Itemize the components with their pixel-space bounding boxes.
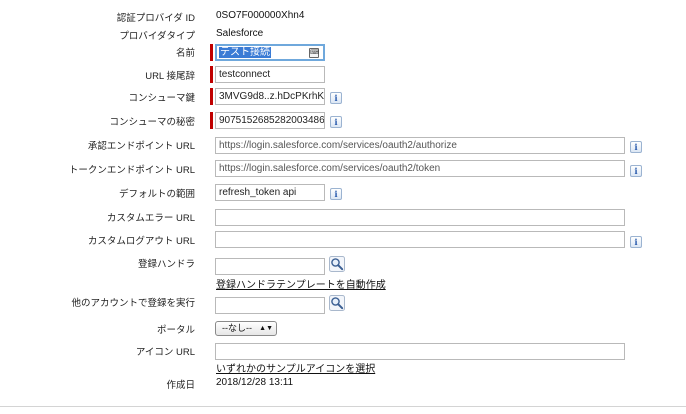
portal-label: ポータル [156,325,195,336]
consumer-secret-info-icon[interactable]: i [330,116,342,128]
auth-provider-form: 認証プロバイダ ID 0SO7F000000Xhn4 プロバイダタイプ Sale… [0,0,686,414]
name-input[interactable]: テスト接続 ⌨ [215,44,325,61]
registration-handler-lookup-icon[interactable] [329,256,345,272]
icon-url-input[interactable] [215,343,625,360]
authorize-url-input[interactable]: https://login.salesforce.com/services/oa… [215,137,625,154]
custom-logout-url-info-icon[interactable]: i [630,236,642,248]
authorize-url-info-icon[interactable]: i [630,141,642,153]
default-scopes-label: デフォルトの範囲 [118,189,195,200]
choose-sample-icon-link[interactable]: いずれかのサンプルアイコンを選択 [216,360,375,375]
keyboard-icon[interactable]: ⌨ [309,48,319,58]
consumer-secret-input[interactable]: 9075152685282003486 [215,112,325,129]
consumer-key-label: コンシューマ鍵 [128,93,195,104]
name-input-value: テスト接続 [219,47,271,58]
provider-type-label: プロバイダタイプ [119,31,195,42]
name-required-marker [210,44,213,61]
registration-handler-label: 登録ハンドラ [137,259,195,270]
consumer-key-info-icon[interactable]: i [330,92,342,104]
auto-create-registration-handler-link[interactable]: 登録ハンドラテンプレートを自動作成 [216,276,386,291]
dropdown-arrows-icon: ▲▼ [259,325,273,332]
token-url-info-icon[interactable]: i [630,165,642,177]
name-label: 名前 [175,48,195,59]
default-scopes-info-icon[interactable]: i [330,188,342,200]
provider-id-label: 認証プロバイダ ID [116,13,195,24]
execute-registration-as-label: 他のアカウントで登録を実行 [71,298,195,309]
consumer-secret-label: コンシューマの秘密 [109,117,195,128]
created-date-label: 作成日 [166,380,195,391]
consumer-key-input[interactable]: 3MVG9d8..z.hDcPKrhK [215,88,325,105]
custom-logout-url-input[interactable] [215,231,625,248]
url-suffix-required-marker [210,66,213,83]
section-divider [0,406,686,407]
url-suffix-label: URL 接尾辞 [145,71,195,82]
created-date-value: 2018/12/28 13:11 [216,377,294,388]
execute-registration-as-lookup-icon[interactable] [329,295,345,311]
custom-error-url-input[interactable] [215,209,625,226]
token-url-label: トークンエンドポイント URL [68,165,195,176]
icon-url-label: アイコン URL [135,347,195,358]
execute-registration-as-input[interactable] [215,297,325,314]
provider-id-value: 0SO7F000000Xhn4 [216,10,305,21]
url-suffix-input[interactable]: testconnect [215,66,325,83]
authorize-url-label: 承認エンドポイント URL [87,141,195,152]
token-url-input[interactable]: https://login.salesforce.com/services/oa… [215,160,625,177]
custom-error-url-label: カスタムエラー URL [106,213,195,224]
consumer-secret-required-marker [210,112,213,129]
custom-logout-url-label: カスタムログアウト URL [87,236,195,247]
provider-type-value: Salesforce [216,28,264,39]
portal-select[interactable]: --なし-- ▲▼ [215,321,277,336]
registration-handler-input[interactable] [215,258,325,275]
consumer-key-required-marker [210,88,213,105]
default-scopes-input[interactable]: refresh_token api [215,184,325,201]
portal-select-value: --なし-- [222,323,252,333]
